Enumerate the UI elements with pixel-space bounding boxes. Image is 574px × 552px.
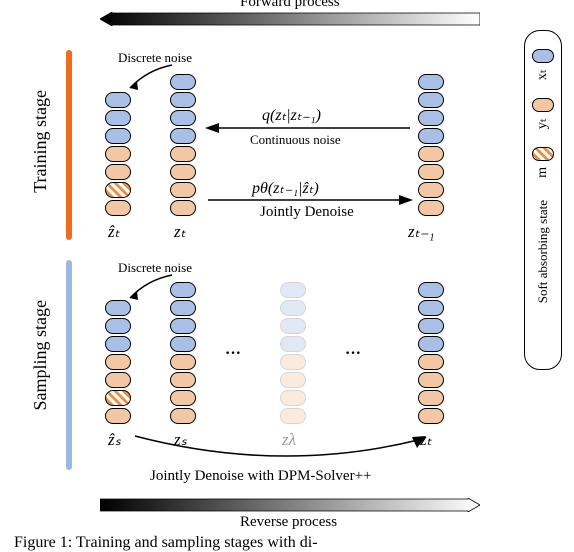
dots-left: ··· [225, 345, 241, 363]
zhat-s-stack [105, 300, 131, 424]
token [170, 164, 196, 180]
token [418, 146, 444, 162]
q-formula: q(zₜ|zₜ₋₁) [262, 105, 321, 125]
token [105, 146, 131, 162]
token [105, 110, 131, 126]
legend-item-x: xₜ [532, 49, 554, 80]
token [105, 128, 131, 144]
token [280, 282, 306, 298]
token [105, 200, 131, 216]
token [105, 182, 131, 198]
legend-label-x: xₜ [535, 69, 551, 80]
token [170, 354, 196, 370]
reverse-process-label: Reverse process [240, 514, 337, 531]
discrete-noise-arrow-bot [122, 272, 177, 307]
token [280, 300, 306, 316]
token [105, 336, 131, 352]
legend-token-x [532, 49, 554, 63]
token [170, 336, 196, 352]
token [418, 92, 444, 108]
caption-text: Training and sampling stages with di- [72, 534, 317, 551]
jointly-denoise-label: Jointly Denoise [260, 204, 354, 221]
legend-label-m: m [535, 167, 551, 178]
legend: xₜ yₜ m Soft absorbing state [524, 30, 562, 370]
z-t2-stack [418, 282, 444, 424]
z-tm1-label: zₜ₋₁ [408, 222, 435, 242]
legend-desc-m: Soft absorbing state [535, 200, 551, 303]
caption-prefix: Figure 1: [14, 534, 72, 551]
diagram-container: Forward process Training stage Sampling … [0, 0, 574, 552]
token [105, 408, 131, 424]
token [170, 200, 196, 216]
zhat-s-label: ẑₛ [108, 430, 121, 450]
z-tm1-stack [418, 74, 444, 216]
sampling-stage-bar [66, 260, 72, 470]
z-lambda-stack [280, 282, 306, 424]
token [170, 372, 196, 388]
token [418, 164, 444, 180]
z-t-label: zₜ [174, 222, 186, 242]
token [170, 390, 196, 406]
token [280, 354, 306, 370]
token [418, 354, 444, 370]
p-formula: pθ(zₜ₋₁|ẑₜ) [252, 178, 319, 198]
token [418, 318, 444, 334]
token [280, 372, 306, 388]
legend-label-y: yₜ [535, 118, 551, 129]
forward-process-label: Forward process [240, 0, 340, 11]
token [280, 318, 306, 334]
token [105, 390, 131, 406]
discrete-noise-arrow-top [122, 62, 177, 97]
joint-denoise-arc [130, 434, 430, 470]
token [418, 282, 444, 298]
zhat-t-label: ẑₜ [108, 222, 120, 242]
token [418, 390, 444, 406]
training-stage-bar [66, 50, 72, 240]
token [418, 336, 444, 352]
figure-caption: Figure 1: Training and sampling stages w… [14, 534, 318, 552]
token [105, 318, 131, 334]
token [170, 318, 196, 334]
jointly-denoise-dpm: Jointly Denoise with DPM-Solver++ [150, 468, 372, 485]
token [418, 110, 444, 126]
token [170, 146, 196, 162]
token [105, 372, 131, 388]
training-stage-label: Training stage [30, 90, 51, 193]
token [418, 300, 444, 316]
continuous-noise-label: Continuous noise [250, 132, 341, 148]
legend-item-y: yₜ [532, 98, 554, 129]
token [280, 390, 306, 406]
token [170, 182, 196, 198]
legend-item-m: m [532, 147, 554, 178]
token [418, 408, 444, 424]
token [105, 164, 131, 180]
token [280, 408, 306, 424]
reverse-process-arrow [100, 498, 480, 512]
legend-token-m [532, 147, 554, 161]
token [170, 408, 196, 424]
zhat-t-stack [105, 92, 131, 216]
token [418, 182, 444, 198]
token [280, 336, 306, 352]
token [170, 110, 196, 126]
legend-token-y [532, 98, 554, 112]
token [418, 200, 444, 216]
token [170, 128, 196, 144]
sampling-stage-label: Sampling stage [30, 300, 51, 411]
forward-process-arrow [100, 12, 480, 26]
dots-right: ··· [345, 345, 361, 363]
token [418, 74, 444, 90]
token [105, 354, 131, 370]
token [418, 128, 444, 144]
token [418, 372, 444, 388]
